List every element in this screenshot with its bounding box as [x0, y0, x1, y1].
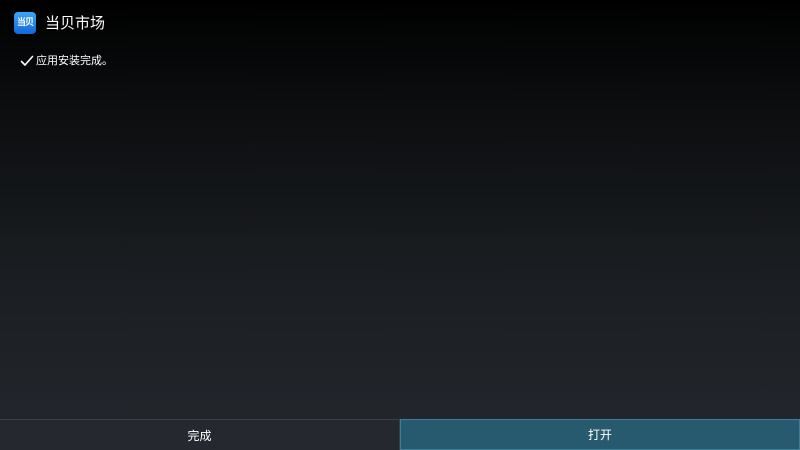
install-complete-screen: 当贝 当贝市场 应用安装完成。 完成 打开: [0, 0, 800, 450]
install-status-text: 应用安装完成。: [36, 54, 113, 67]
action-bar: 完成 打开: [0, 419, 800, 450]
app-header: 当贝 当贝市场: [0, 0, 800, 46]
open-button[interactable]: 打开: [400, 419, 800, 450]
install-status: 应用安装完成。: [20, 52, 113, 70]
app-logo-icon: 当贝: [14, 12, 36, 34]
checkmark-icon: [20, 55, 34, 66]
app-logo-text: 当贝: [16, 17, 34, 28]
done-button[interactable]: 完成: [0, 419, 400, 450]
app-title: 当贝市场: [45, 14, 106, 32]
